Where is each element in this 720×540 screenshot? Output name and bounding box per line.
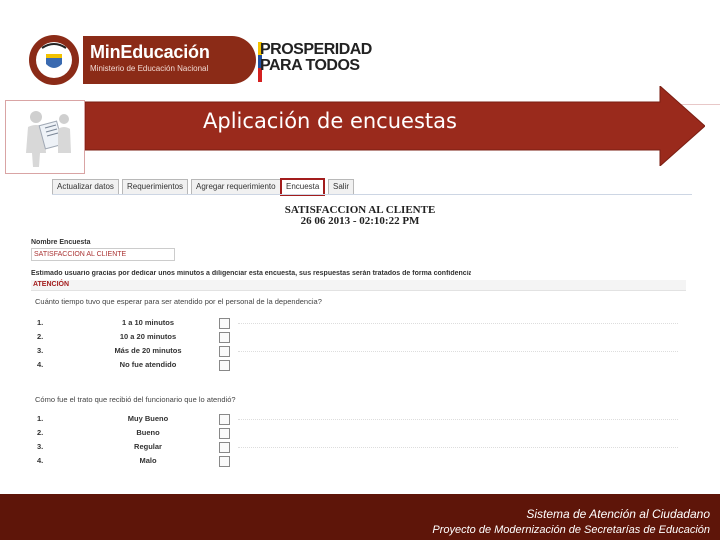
q2-option-1-radio[interactable] [219,414,230,425]
q1-option-1-number: 1. [37,318,44,327]
q2-option-2-number: 2. [37,428,44,437]
tab-requerimientos[interactable]: Requerimientos [122,179,189,195]
tab-divider [52,194,692,195]
q1-option-2-radio[interactable] [219,332,230,343]
guide-line [238,323,678,324]
q1-option-4-label: No fue atendido [119,360,177,369]
q2-option-3-number: 3. [37,442,44,451]
mineducacion-logo: MinEducación Ministerio de Educación Nac… [83,36,256,84]
q2-option-2-label: Bueno [136,428,160,437]
q1-option-2-number: 2. [37,332,44,341]
guide-line [238,447,678,448]
q1-option-2-label: 10 a 20 minutos [119,332,177,341]
q2-option-2-radio[interactable] [219,428,230,439]
q1-option-1-label: 1 a 10 minutos [121,318,175,327]
survey-app-screenshot: Actualizar datos Requerimientos Agregar … [28,176,692,476]
q1-option-3-number: 3. [37,346,44,355]
mineducacion-subtitle: Ministerio de Educación Nacional [90,64,209,73]
q1-option-1-radio[interactable] [219,318,230,329]
mineducacion-brand: MinEducación [90,42,210,62]
tab-actualizar-datos[interactable]: Actualizar datos [52,179,119,195]
banner-title: Aplicación de encuestas [203,109,457,133]
section-bar [31,280,686,291]
footer-line-2: Proyecto de Modernización de Secretarías… [432,524,710,536]
q2-option-3-label: Regular [134,442,162,451]
guide-line [238,419,678,420]
guide-line [238,351,678,352]
question-2-text: Cómo fue el trato que recibió del funcio… [35,395,236,404]
q2-option-1-number: 1. [37,414,44,423]
colombia-seal-icon [29,35,79,85]
footer-line-1: Sistema de Atención al Ciudadano [526,507,710,521]
survey-clipboard-icon [5,100,85,174]
tab-salir[interactable]: Salir [328,179,355,195]
slogan-line1: PROSPERIDAD [260,41,372,58]
q1-option-4-number: 4. [37,360,44,369]
question-1-text: Cuánto tiempo tuvo que esperar para ser … [35,297,322,306]
survey-name-label: Nombre Encuesta [31,239,91,246]
q1-option-4-radio[interactable] [219,360,230,371]
prosperidad-logo: PROSPERIDAD PARA TODOS [260,42,372,74]
q2-option-4-number: 4. [37,456,44,465]
survey-datetime: 26 06 2013 - 02:10:22 PM [300,215,420,227]
survey-name-field[interactable]: SATISFACCION AL CLIENTE [31,248,175,261]
q1-option-3-radio[interactable] [219,346,230,357]
q2-option-4-label: Malo [139,456,157,465]
q2-option-1-label: Muy Bueno [127,414,169,423]
survey-title: SATISFACCION AL CLIENTE 26 06 2013 - 02:… [28,205,692,227]
tab-agregar-requerimiento[interactable]: Agregar requerimiento [191,179,281,195]
section-title: ATENCIÓN [33,281,70,288]
q2-option-4-radio[interactable] [219,456,230,467]
survey-intro: Estimado usuario gracias por dedicar uno… [31,270,471,277]
q2-option-3-radio[interactable] [219,442,230,453]
q1-option-3-label: Más de 20 minutos [114,346,182,355]
slogan-line2: PARA TODOS [260,57,360,74]
